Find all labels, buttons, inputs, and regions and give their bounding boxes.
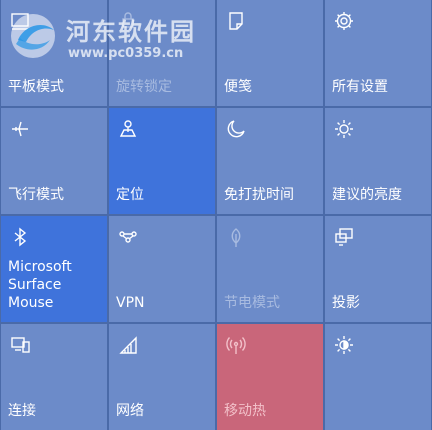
tile-label: 定位 [116,187,144,203]
tile-tablet-mode[interactable]: 平板模式 [1,0,107,106]
tablet-mode-icon [9,10,31,32]
tile-label: 飞行模式 [8,187,64,203]
tile-label: 平板模式 [8,79,64,95]
tile-brightness[interactable] [325,324,431,430]
tile-quiet-hours[interactable]: 免打扰时间 [217,108,323,214]
tile-rotation-lock[interactable]: 旋转锁定 [109,0,215,106]
connect-icon [9,334,31,356]
tile-label: Microsoft Surface Mouse [8,259,72,311]
tile-label: 旋转锁定 [116,79,172,95]
tile-label: 节电模式 [224,295,280,311]
gear-icon [333,10,355,32]
tile-connect[interactable]: 连接 [1,324,107,430]
battery-saver-icon [225,226,247,248]
tile-label: 网络 [116,403,144,419]
moon-icon [225,118,247,140]
tile-label: 免打扰时间 [224,187,294,203]
tile-label: 所有设置 [332,79,388,95]
bluetooth-icon [9,226,31,248]
tile-network[interactable]: 网络 [109,324,215,430]
tile-all-settings[interactable]: 所有设置 [325,0,431,106]
tile-location[interactable]: 定位 [109,108,215,214]
brightness-icon [333,118,355,140]
tile-bluetooth-device[interactable]: Microsoft Surface Mouse [1,216,107,322]
tile-vpn[interactable]: VPN [109,216,215,322]
airplane-icon [9,118,31,140]
network-icon [117,334,139,356]
tile-label: VPN [116,295,145,311]
tile-project[interactable]: 投影 [325,216,431,322]
note-icon [225,10,247,32]
tile-airplane-mode[interactable]: 飞行模式 [1,108,107,214]
tile-mobile-hotspot[interactable]: 移动热 [217,324,323,430]
tile-label: 便笺 [224,79,252,95]
rotation-lock-icon [117,10,139,32]
vpn-icon [117,226,139,248]
quick-actions-grid: 平板模式 旋转锁定 便笺 所有设置 飞行模式 定位 免打扰时间 建议的亮度 Mi… [0,0,432,430]
tile-label: 连接 [8,403,36,419]
brightness-half-icon [333,334,355,356]
tile-note[interactable]: 便笺 [217,0,323,106]
tile-label: 移动热 [224,403,266,419]
location-icon [117,118,139,140]
tile-label: 投影 [332,295,360,311]
project-icon [333,226,355,248]
mobile-hotspot-icon [225,334,247,356]
tile-label: 建议的亮度 [332,187,402,203]
tile-suggested-brightness[interactable]: 建议的亮度 [325,108,431,214]
tile-battery-saver[interactable]: 节电模式 [217,216,323,322]
